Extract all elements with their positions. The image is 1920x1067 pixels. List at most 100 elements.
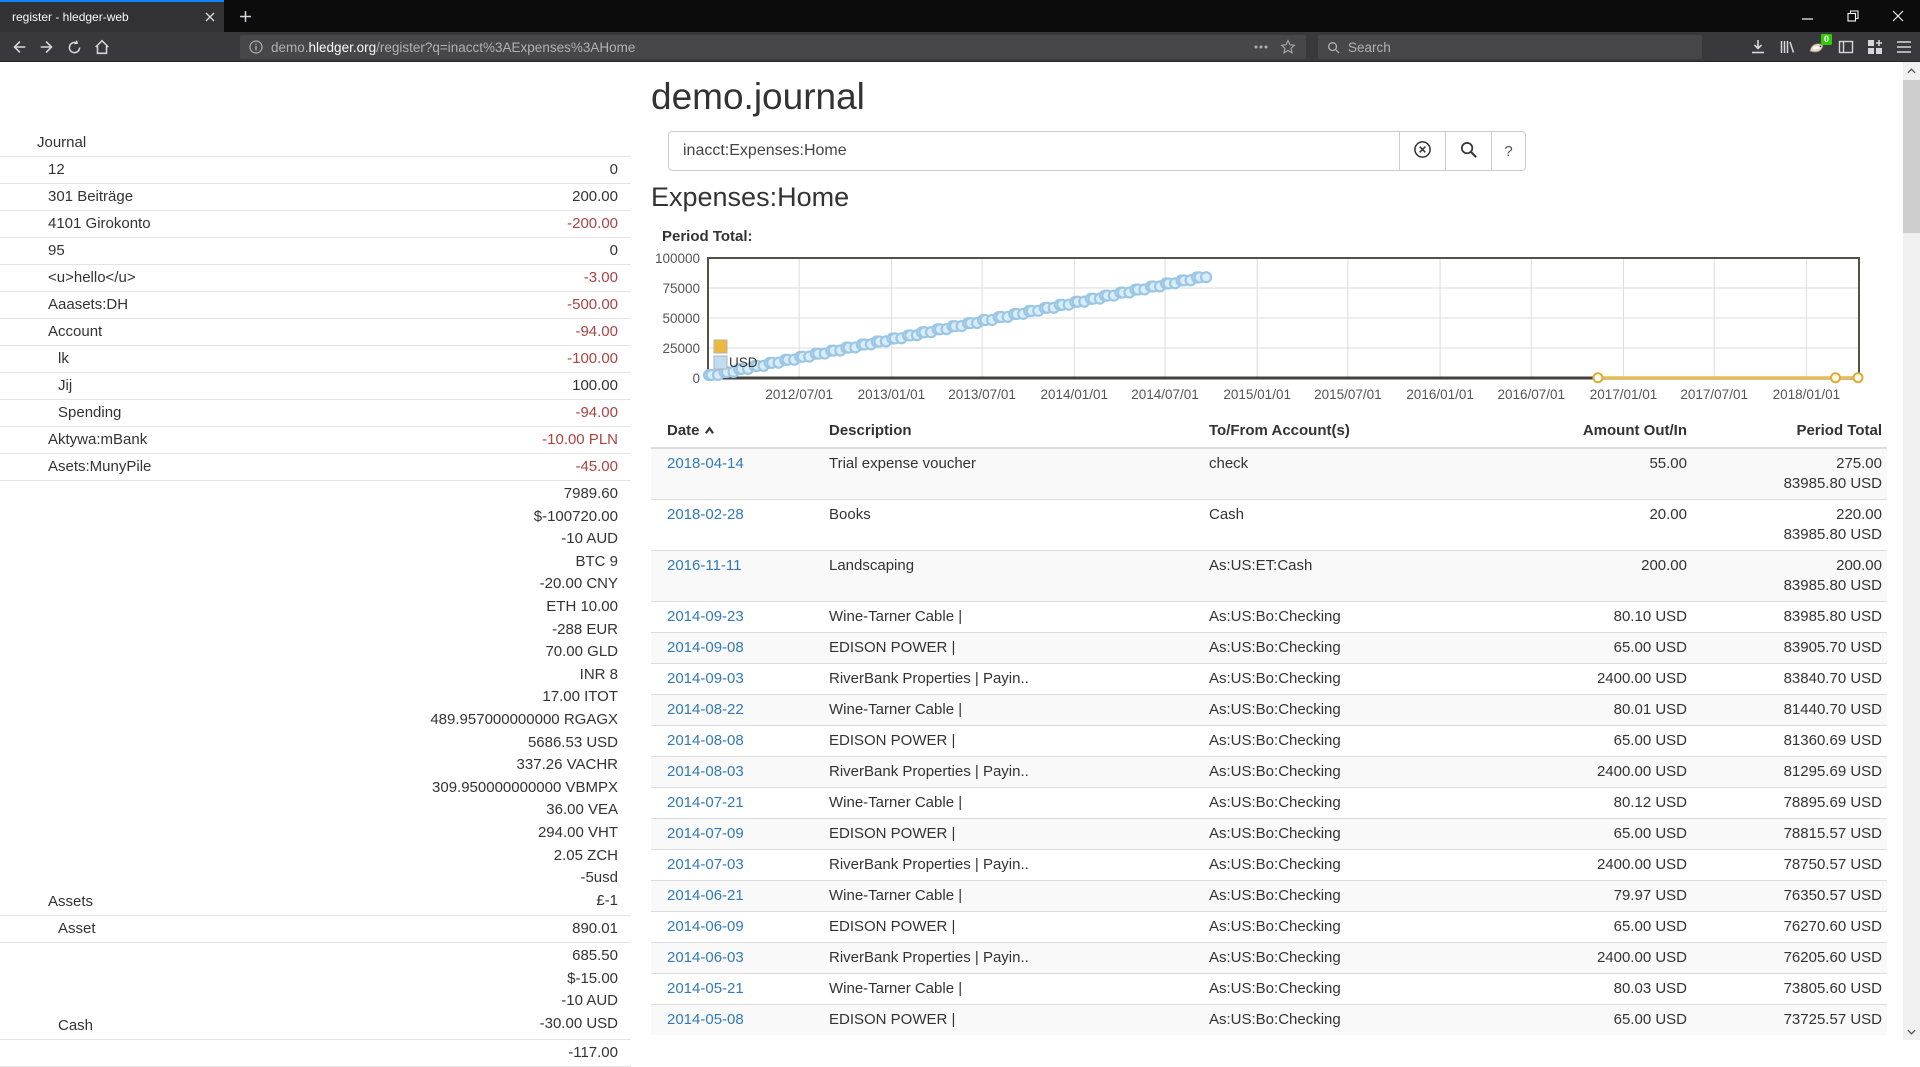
- transaction-date-link[interactable]: 2018-02-28: [667, 506, 744, 523]
- account-link[interactable]: Aktywa:mBank: [0, 429, 542, 450]
- sidebar-account-row: Spending-94.00: [0, 400, 631, 427]
- transaction-description: RiverBank Properties | Payin..: [821, 664, 1201, 695]
- account-link[interactable]: 4101 Girokonto: [0, 213, 567, 234]
- library-icon[interactable]: [1779, 39, 1795, 55]
- query-form: ?: [668, 131, 1526, 171]
- account-balance: -45.00: [575, 456, 618, 477]
- vertical-scrollbar[interactable]: [1903, 62, 1920, 1040]
- window-restore-button[interactable]: [1830, 0, 1875, 32]
- window-controls: [1785, 0, 1920, 32]
- transaction-date-link[interactable]: 2014-06-03: [667, 949, 744, 966]
- transaction-description: Books: [821, 500, 1201, 551]
- transaction-date-link[interactable]: 2014-07-21: [667, 794, 744, 811]
- column-header-accounts[interactable]: To/From Account(s): [1201, 414, 1541, 448]
- submit-search-button[interactable]: [1446, 131, 1492, 171]
- account-link[interactable]: 95: [0, 240, 610, 261]
- sidebar-account-row: 950: [0, 238, 631, 265]
- bookmark-star-icon[interactable]: [1280, 39, 1296, 55]
- account-link[interactable]: Assets: [0, 891, 430, 912]
- url-bar[interactable]: demo.hledger.org/register?q=inacct%3AExp…: [240, 35, 1306, 59]
- window-close-button[interactable]: [1875, 0, 1920, 32]
- account-link[interactable]: Account: [0, 321, 575, 342]
- svg-text:2012/07/01: 2012/07/01: [765, 387, 833, 402]
- site-info-icon[interactable]: [249, 40, 263, 54]
- transaction-date-link[interactable]: 2018-04-14: [667, 455, 744, 472]
- scrollbar-thumb[interactable]: [1903, 80, 1920, 233]
- transaction-date-link[interactable]: 2014-06-09: [667, 918, 744, 935]
- downloads-icon[interactable]: [1750, 39, 1766, 55]
- transaction-description: EDISON POWER |: [821, 726, 1201, 757]
- transaction-accounts: As:US:Bo:Checking: [1201, 664, 1541, 695]
- home-button[interactable]: [93, 38, 111, 56]
- query-input[interactable]: [668, 131, 1400, 171]
- table-row: 2014-06-03RiverBank Properties | Payin..…: [651, 943, 1887, 974]
- account-link[interactable]: <u>hello</u>: [0, 267, 584, 288]
- screenshots-grid-icon[interactable]: [1867, 39, 1883, 55]
- sidebar-account-row: Account-94.00: [0, 319, 631, 346]
- account-link[interactable]: Asets:MunyPile: [0, 456, 575, 477]
- svg-text:2015/01/01: 2015/01/01: [1223, 387, 1291, 402]
- clear-circle-icon: [1413, 140, 1432, 162]
- back-button[interactable]: [10, 38, 28, 56]
- transaction-date-link[interactable]: 2014-08-03: [667, 763, 744, 780]
- transaction-description: Landscaping: [821, 551, 1201, 602]
- sidebar-account-row: Asets:MunyPile-45.00: [0, 454, 631, 481]
- page-actions-icon[interactable]: [1254, 45, 1268, 49]
- transaction-amount: 65.00 USD: [1541, 633, 1701, 664]
- transaction-amount: 65.00 USD: [1541, 726, 1701, 757]
- transaction-date-link[interactable]: 2014-09-08: [667, 639, 744, 656]
- account-link[interactable]: 301 Beiträge: [0, 186, 572, 207]
- column-header-date[interactable]: Date: [651, 414, 821, 448]
- account-link[interactable]: Jij: [0, 375, 572, 396]
- column-header-amount[interactable]: Amount Out/In: [1541, 414, 1701, 448]
- sidebar-account-row: Asset890.01: [0, 916, 631, 943]
- account-link[interactable]: 12: [0, 159, 610, 180]
- account-link[interactable]: Aaasets:DH: [0, 294, 567, 315]
- transaction-date-link[interactable]: 2014-09-03: [667, 670, 744, 687]
- transaction-description: EDISON POWER |: [821, 633, 1201, 664]
- menu-hamburger-icon[interactable]: [1896, 40, 1912, 54]
- account-balance: -10.00 PLN: [542, 429, 618, 450]
- browser-tab[interactable]: register - hledger-web: [0, 0, 224, 32]
- transaction-accounts: check: [1201, 448, 1541, 500]
- search-icon: [1327, 41, 1340, 54]
- account-link[interactable]: Spending: [0, 402, 575, 423]
- sidebar-account-row: -117.00: [0, 1040, 631, 1067]
- svg-text:USD: USD: [729, 355, 758, 370]
- tab-close-icon[interactable]: [204, 11, 216, 23]
- extension-icon[interactable]: 0: [1808, 39, 1825, 56]
- transaction-date-link[interactable]: 2016-11-11: [667, 557, 742, 574]
- transaction-amount: 200.00: [1541, 551, 1701, 602]
- account-link[interactable]: Journal: [0, 132, 618, 153]
- tab-title: register - hledger-web: [12, 10, 204, 24]
- page-title: demo.journal: [651, 76, 865, 118]
- sidebars-icon[interactable]: [1838, 39, 1854, 55]
- reload-button[interactable]: [66, 39, 83, 56]
- clear-query-button[interactable]: [1400, 131, 1446, 171]
- scroll-up-icon[interactable]: [1903, 62, 1920, 79]
- column-header-period-total[interactable]: Period Total: [1701, 414, 1887, 448]
- account-link[interactable]: Cash: [0, 1015, 540, 1036]
- window-minimize-button[interactable]: [1785, 0, 1830, 32]
- transaction-description: Wine-Tarner Cable |: [821, 695, 1201, 726]
- forward-button[interactable]: [38, 38, 56, 56]
- column-header-description[interactable]: Description: [821, 414, 1201, 448]
- sidebar-account-row: Jij100.00: [0, 373, 631, 400]
- transaction-date-link[interactable]: 2014-07-03: [667, 856, 744, 873]
- scroll-down-icon[interactable]: [1903, 1023, 1920, 1040]
- transaction-accounts: As:US:Bo:Checking: [1201, 726, 1541, 757]
- help-button[interactable]: ?: [1492, 131, 1526, 171]
- transaction-date-link[interactable]: 2014-05-21: [667, 980, 744, 997]
- account-link[interactable]: lk: [0, 348, 567, 369]
- transaction-date-link[interactable]: 2014-05-08: [667, 1011, 744, 1028]
- browser-search-box[interactable]: Search: [1318, 35, 1702, 59]
- transaction-date-link[interactable]: 2014-07-09: [667, 825, 744, 842]
- transaction-date-link[interactable]: 2014-08-22: [667, 701, 744, 718]
- account-link[interactable]: Asset: [0, 918, 572, 939]
- new-tab-button[interactable]: [230, 0, 260, 32]
- transaction-date-link[interactable]: 2014-08-08: [667, 732, 744, 749]
- transaction-date-link[interactable]: 2014-06-21: [667, 887, 744, 904]
- svg-text:75000: 75000: [662, 281, 700, 296]
- transaction-accounts: As:US:Bo:Checking: [1201, 757, 1541, 788]
- transaction-date-link[interactable]: 2014-09-23: [667, 608, 744, 625]
